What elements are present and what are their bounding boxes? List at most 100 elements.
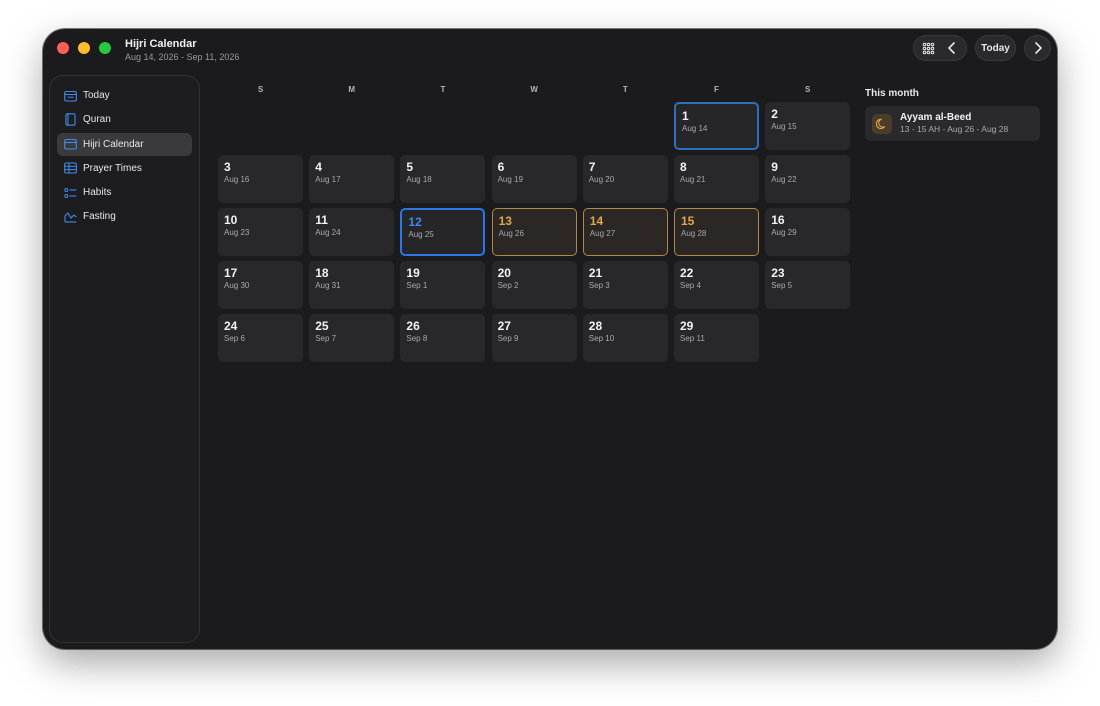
hijri-day-number: 20 bbox=[497, 266, 511, 280]
event-card[interactable]: Ayyam al-Beed 13 - 15 AH - Aug 26 - Aug … bbox=[865, 106, 1040, 141]
day-cell[interactable]: 10 Aug 23 bbox=[218, 208, 303, 256]
day-cell[interactable]: 20 Sep 2 bbox=[491, 261, 577, 309]
hijri-day-number: 2 bbox=[771, 107, 778, 121]
sidebar-item-quran[interactable]: Quran bbox=[57, 108, 192, 131]
minimize-window-button[interactable] bbox=[78, 42, 90, 54]
day-cell[interactable]: 9 Aug 22 bbox=[765, 155, 851, 203]
hijri-day-number: 22 bbox=[680, 266, 694, 280]
hijri-day-number: 24 bbox=[224, 319, 238, 333]
day-cell[interactable]: 26 Sep 8 bbox=[400, 314, 486, 362]
grid-icon[interactable] bbox=[920, 40, 936, 56]
weekday-header: W bbox=[530, 85, 538, 94]
next-month-button[interactable] bbox=[1024, 35, 1051, 61]
weekday-header: F bbox=[714, 85, 719, 94]
hijri-day-number: 5 bbox=[406, 160, 414, 174]
sidebar: Today Quran Hijri Calendar Prayer Times … bbox=[49, 75, 200, 643]
app-window: Hijri Calendar Aug 14, 2026 - Sep 11, 20… bbox=[43, 29, 1057, 649]
day-cell[interactable]: 19 Sep 1 bbox=[400, 261, 486, 309]
gregorian-date: Aug 17 bbox=[315, 175, 341, 184]
weekday-header: T bbox=[440, 85, 446, 94]
hijri-day-number: 11 bbox=[315, 213, 328, 227]
gregorian-date: Sep 4 bbox=[680, 281, 701, 290]
gregorian-date: Aug 26 bbox=[498, 229, 524, 238]
day-cell[interactable]: 27 Sep 9 bbox=[491, 314, 577, 362]
sidebar-item-label: Fasting bbox=[83, 211, 116, 223]
day-cell[interactable]: 3 Aug 16 bbox=[218, 155, 303, 203]
day-cell[interactable]: 24 Sep 6 bbox=[218, 314, 303, 362]
gregorian-date: Sep 2 bbox=[497, 281, 519, 290]
hijri-day-number: 18 bbox=[315, 266, 329, 280]
day-cell[interactable]: 29 Sep 11 bbox=[674, 314, 759, 362]
day-cell[interactable]: 4 Aug 17 bbox=[309, 155, 395, 203]
day-cell[interactable]: 25 Sep 7 bbox=[309, 314, 395, 362]
gregorian-date: Aug 22 bbox=[771, 175, 797, 184]
hijri-day-number: 15 bbox=[681, 214, 695, 228]
book-icon bbox=[63, 113, 77, 127]
gregorian-date: Aug 23 bbox=[224, 228, 250, 237]
sidebar-item-label: Habits bbox=[83, 187, 112, 199]
gregorian-date: Aug 18 bbox=[406, 175, 432, 184]
window-title: Hijri Calendar bbox=[125, 38, 197, 50]
hijri-day-number: 29 bbox=[680, 319, 694, 333]
day-cell[interactable]: 7 Aug 20 bbox=[582, 155, 668, 203]
day-cell[interactable]: 8 Aug 21 bbox=[674, 155, 759, 203]
day-cell[interactable]: 28 Sep 10 bbox=[582, 314, 668, 362]
sidebar-item-label: Quran bbox=[83, 114, 111, 126]
day-cell[interactable]: 18 Aug 31 bbox=[309, 261, 395, 309]
window-controls bbox=[57, 42, 111, 54]
hijri-day-number: 17 bbox=[224, 266, 238, 280]
event-title: Ayyam al-Beed bbox=[900, 112, 972, 123]
window-title-area: Hijri Calendar Aug 14, 2026 - Sep 11, 20… bbox=[125, 38, 239, 63]
hijri-day-number: 16 bbox=[771, 213, 785, 227]
gregorian-date: Sep 10 bbox=[588, 334, 615, 343]
day-cell[interactable]: 6 Aug 19 bbox=[491, 155, 577, 203]
date-range-subtitle: Aug 14, 2026 - Sep 11, 2026 bbox=[125, 52, 240, 62]
gregorian-date: Aug 27 bbox=[589, 229, 616, 238]
sidebar-item-fasting[interactable]: Fasting bbox=[57, 205, 192, 228]
gregorian-date: Aug 24 bbox=[315, 228, 341, 237]
gregorian-date: Aug 25 bbox=[408, 230, 434, 239]
moon-icon bbox=[872, 113, 892, 134]
sidebar-item-label: Today bbox=[83, 90, 110, 101]
hijri-day-number: 3 bbox=[224, 160, 231, 174]
weekday-header: T bbox=[622, 85, 628, 94]
day-cell[interactable]: 13 Aug 26 bbox=[491, 208, 577, 256]
sidebar-item-hijri-calendar[interactable]: Hijri Calendar bbox=[57, 132, 192, 156]
gregorian-date: Sep 5 bbox=[771, 281, 793, 290]
sidebar-item-habits[interactable]: Habits bbox=[57, 181, 192, 204]
month-events-panel: This month Ayyam al-Beed 13 - 15 AH - Au… bbox=[865, 85, 1040, 141]
today-button[interactable]: Today bbox=[975, 35, 1016, 61]
day-cell[interactable]: 12 Aug 25 bbox=[400, 208, 486, 256]
view-nav-group bbox=[913, 35, 967, 61]
sidebar-item-prayer-times[interactable]: Prayer Times bbox=[57, 157, 192, 180]
weekday-header: S bbox=[805, 85, 811, 94]
hijri-day-number: 27 bbox=[497, 319, 511, 333]
day-cell[interactable]: 16 Aug 29 bbox=[765, 208, 851, 256]
zoom-window-button[interactable] bbox=[99, 42, 111, 54]
sidebar-item-label: Hijri Calendar bbox=[83, 138, 144, 150]
close-window-button[interactable] bbox=[57, 42, 69, 54]
day-cell[interactable]: 15 Aug 28 bbox=[674, 208, 759, 256]
hijri-day-number: 26 bbox=[406, 319, 420, 333]
sidebar-item-today[interactable]: Today bbox=[57, 84, 192, 107]
day-cell[interactable]: 22 Sep 4 bbox=[674, 261, 759, 309]
gregorian-date: Aug 21 bbox=[680, 175, 706, 184]
gregorian-date: Aug 20 bbox=[588, 175, 615, 184]
event-text: Ayyam al-Beed 13 - 15 AH - Aug 26 - Aug … bbox=[900, 112, 1008, 135]
gregorian-date: Sep 11 bbox=[680, 334, 705, 343]
day-cell[interactable]: 21 Sep 3 bbox=[582, 261, 668, 309]
day-cell[interactable]: 5 Aug 18 bbox=[400, 155, 486, 203]
gregorian-date: Aug 19 bbox=[497, 175, 523, 184]
weekday-header: M bbox=[348, 85, 356, 94]
gregorian-date: Sep 1 bbox=[406, 281, 428, 290]
day-cell[interactable]: 1 Aug 14 bbox=[674, 102, 759, 150]
gregorian-date: Aug 15 bbox=[771, 122, 797, 131]
day-cell[interactable]: 14 Aug 27 bbox=[582, 208, 668, 256]
chevron-left-icon[interactable] bbox=[944, 40, 960, 56]
day-cell[interactable]: 23 Sep 5 bbox=[765, 261, 851, 309]
hijri-day-number: 7 bbox=[588, 160, 596, 174]
day-cell[interactable]: 2 Aug 15 bbox=[765, 102, 851, 150]
day-cell[interactable]: 17 Aug 30 bbox=[218, 261, 303, 309]
hijri-day-number: 25 bbox=[315, 319, 329, 333]
day-cell[interactable]: 11 Aug 24 bbox=[309, 208, 395, 256]
